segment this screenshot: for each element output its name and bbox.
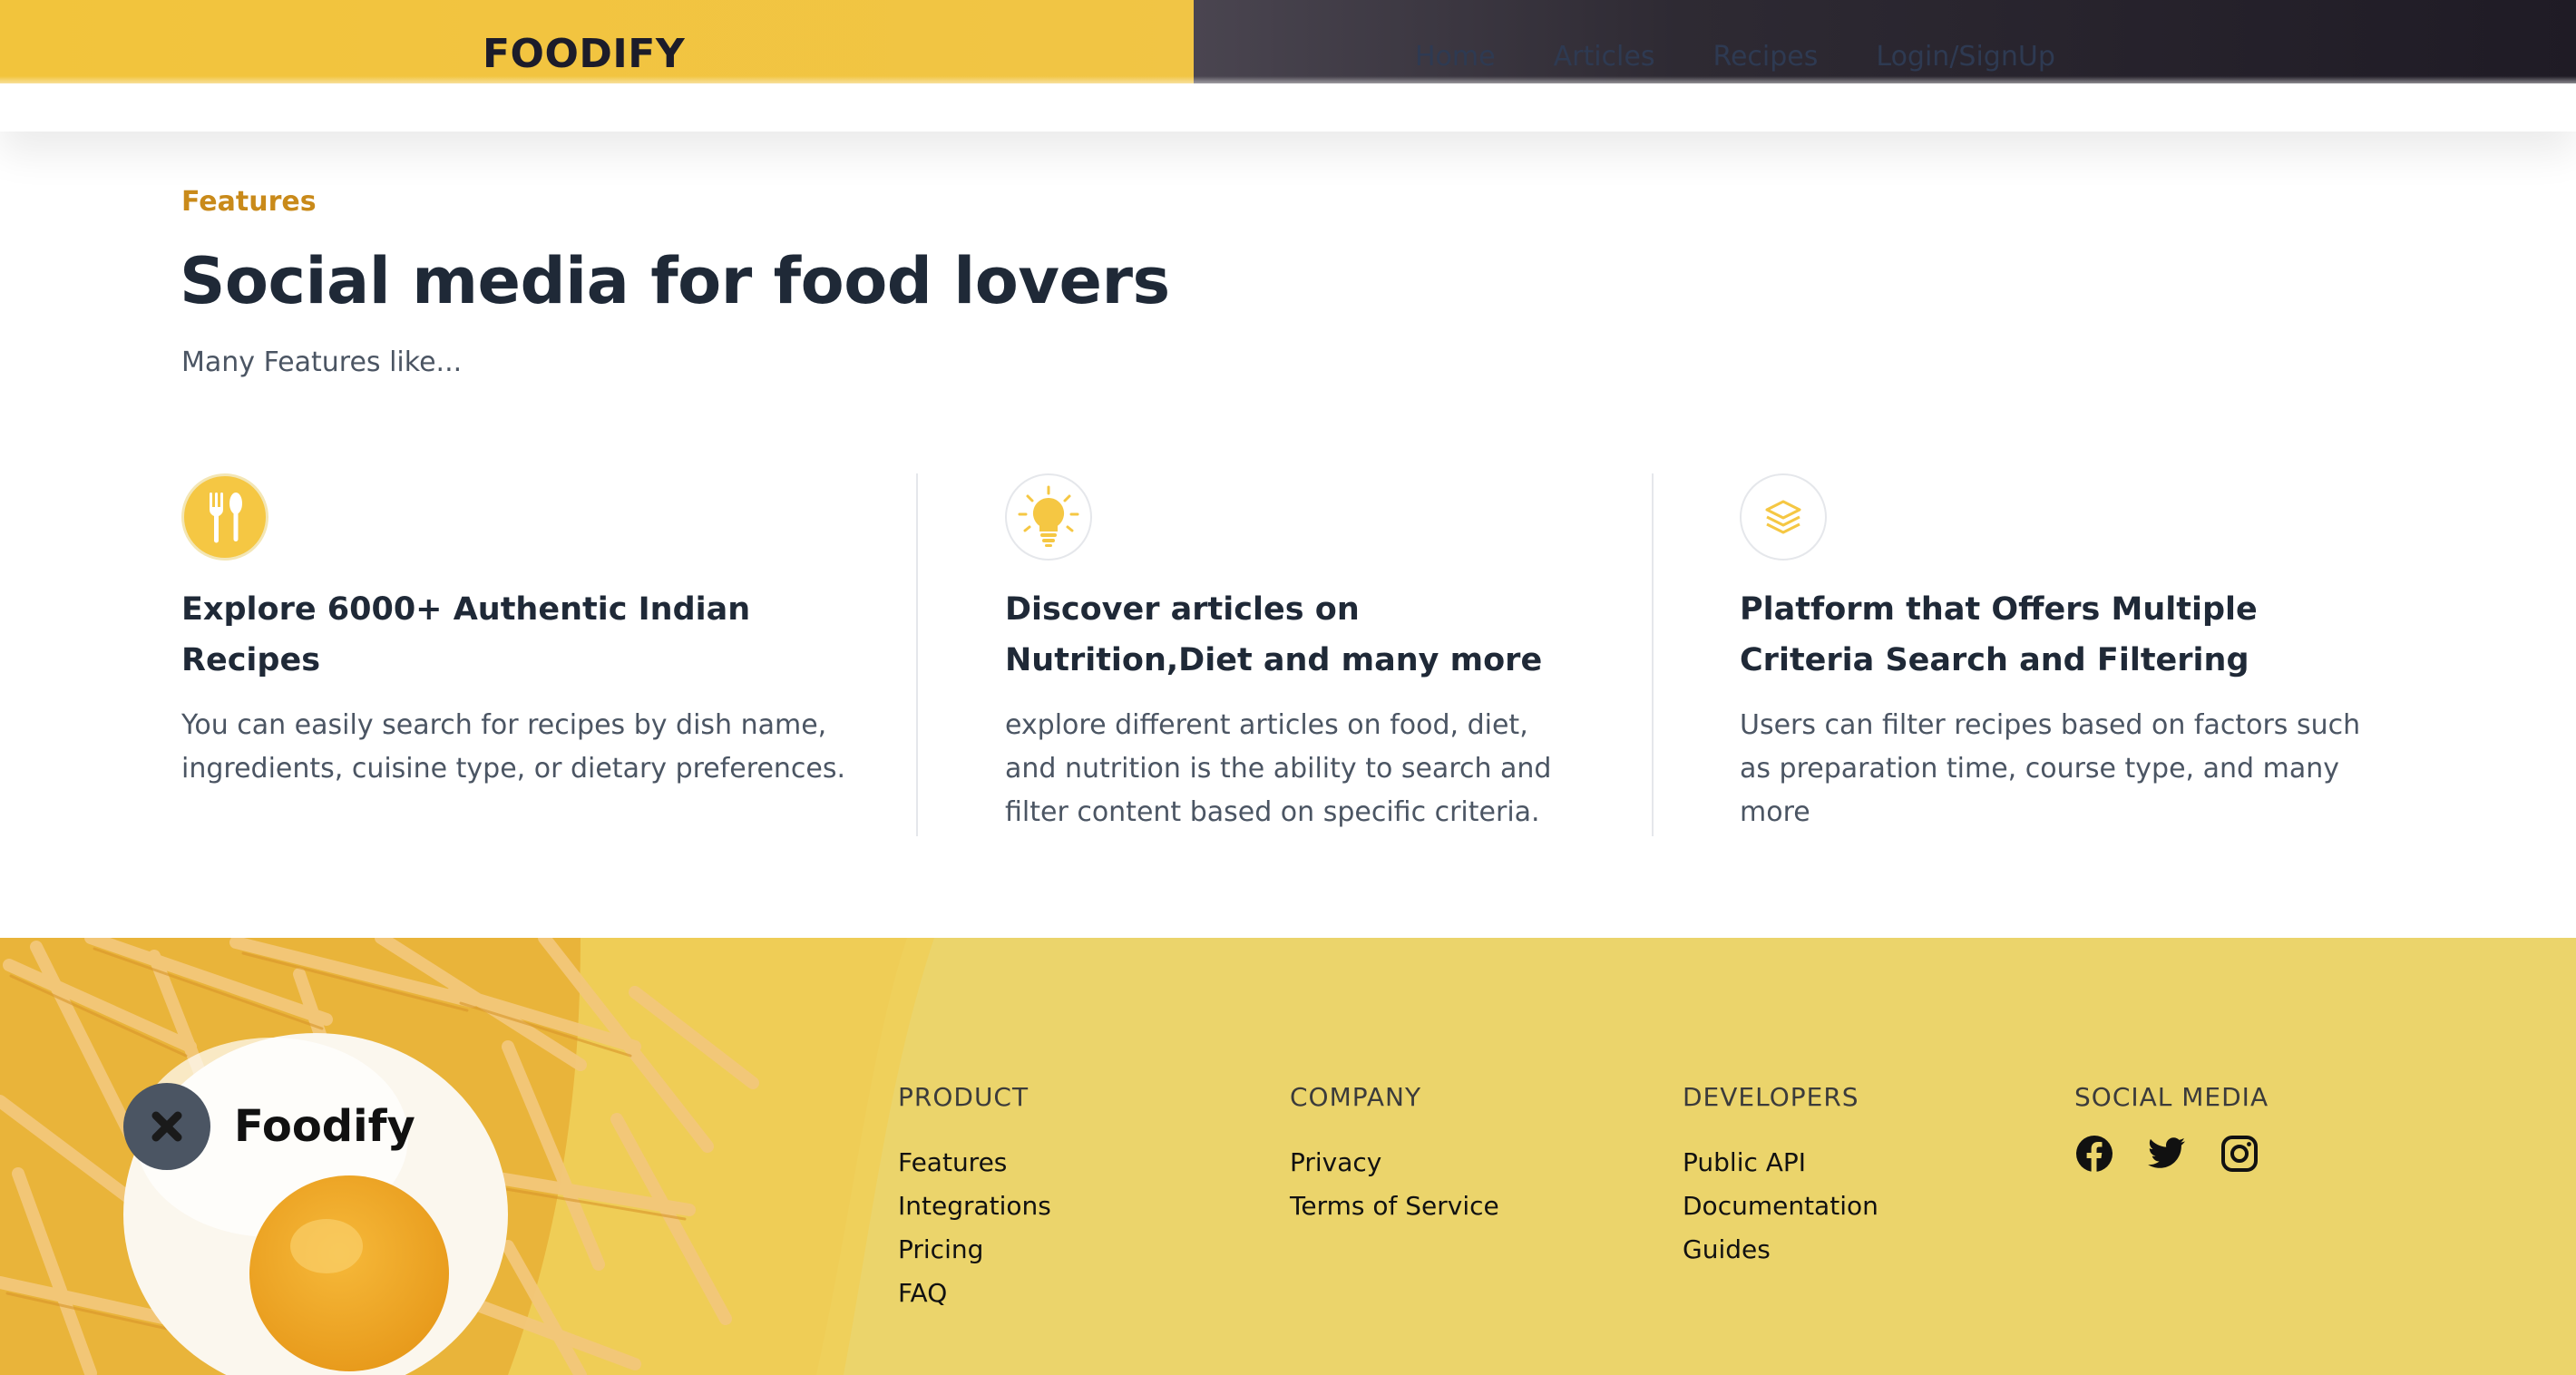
instagram-icon[interactable] <box>2220 1134 2259 1174</box>
footer-link-privacy[interactable]: Privacy <box>1290 1141 1499 1185</box>
footer-link-faq[interactable]: FAQ <box>898 1272 1051 1315</box>
footer-column-heading: COMPANY <box>1290 1082 1422 1112</box>
feature-title: Discover articles on Nutrition,Diet and … <box>1005 591 1543 678</box>
nav-link-login-signup[interactable]: Login/SignUp <box>1876 44 2054 71</box>
footer-logo-text: Foodify <box>234 1101 415 1152</box>
footer-link-features[interactable]: Features <box>898 1141 1051 1185</box>
footer-column-company: COMPANY Privacy Terms of Service <box>1290 1085 1499 1228</box>
twitter-icon[interactable] <box>2147 1134 2187 1174</box>
feature-card-filtering: Platform that Offers Multiple Criteria S… <box>1740 473 2393 834</box>
feature-description: explore different articles on food, diet… <box>1005 709 1552 828</box>
section-eyebrow: Features <box>181 186 317 218</box>
layers-icon <box>1740 473 1827 561</box>
navbar: FOODIFY Home Articles Recipes Login/Sign… <box>0 0 2576 132</box>
social-icons <box>2074 1134 2269 1174</box>
feature-divider <box>1652 473 1654 836</box>
footer-column-product: PRODUCT Features Integrations Pricing FA… <box>898 1085 1051 1315</box>
footer-column-developers: DEVELOPERS Public API Documentation Guid… <box>1683 1085 1878 1272</box>
footer-link-integrations[interactable]: Integrations <box>898 1185 1051 1228</box>
lightbulb-icon <box>1005 473 1092 561</box>
section-title: Social media for food lovers <box>180 244 1170 318</box>
feature-divider <box>916 473 918 836</box>
nav-link-recipes[interactable]: Recipes <box>1712 44 1818 71</box>
nav-link-articles[interactable]: Articles <box>1554 44 1655 71</box>
footer: Foodify PRODUCT Features Integrations Pr… <box>0 938 2576 1375</box>
feature-description: You can easily search for recipes by dis… <box>181 709 846 785</box>
navbar-strip <box>0 0 2576 85</box>
footer-column-heading: DEVELOPERS <box>1683 1082 1859 1112</box>
feature-description: Users can filter recipes based on factor… <box>1740 709 2361 828</box>
nav-links: Home Articles Recipes Login/SignUp <box>1415 44 2055 71</box>
footer-column-heading: PRODUCT <box>898 1082 1029 1112</box>
footer-column-heading: SOCIAL MEDIA <box>2074 1082 2269 1112</box>
feature-title: Platform that Offers Multiple Criteria S… <box>1740 591 2258 678</box>
feature-card-recipes: Explore 6000+ Authentic Indian Recipes Y… <box>181 473 871 791</box>
footer-link-list: Privacy Terms of Service <box>1290 1141 1499 1228</box>
nav-link-home[interactable]: Home <box>1415 44 1496 71</box>
footer-link-pricing[interactable]: Pricing <box>898 1228 1051 1272</box>
footer-column-social: SOCIAL MEDIA <box>2074 1085 2269 1174</box>
feature-title: Explore 6000+ Authentic Indian Recipes <box>181 591 751 678</box>
footer-link-list: Features Integrations Pricing FAQ <box>898 1141 1051 1315</box>
fork-spoon-icon <box>181 473 268 561</box>
footer-logo[interactable]: Foodify <box>123 1083 415 1170</box>
facebook-icon[interactable] <box>2074 1134 2114 1174</box>
footer-link-documentation[interactable]: Documentation <box>1683 1185 1878 1228</box>
footer-link-public-api[interactable]: Public API <box>1683 1141 1878 1185</box>
footer-link-terms[interactable]: Terms of Service <box>1290 1185 1499 1228</box>
feature-card-articles: Discover articles on Nutrition,Diet and … <box>1005 473 1586 834</box>
brand-logo-text[interactable]: FOODIFY <box>483 34 685 74</box>
footer-link-list: Public API Documentation Guides <box>1683 1141 1878 1272</box>
section-subtitle: Many Features like... <box>181 346 463 378</box>
foodify-logo-icon <box>123 1083 210 1170</box>
footer-link-guides[interactable]: Guides <box>1683 1228 1878 1272</box>
